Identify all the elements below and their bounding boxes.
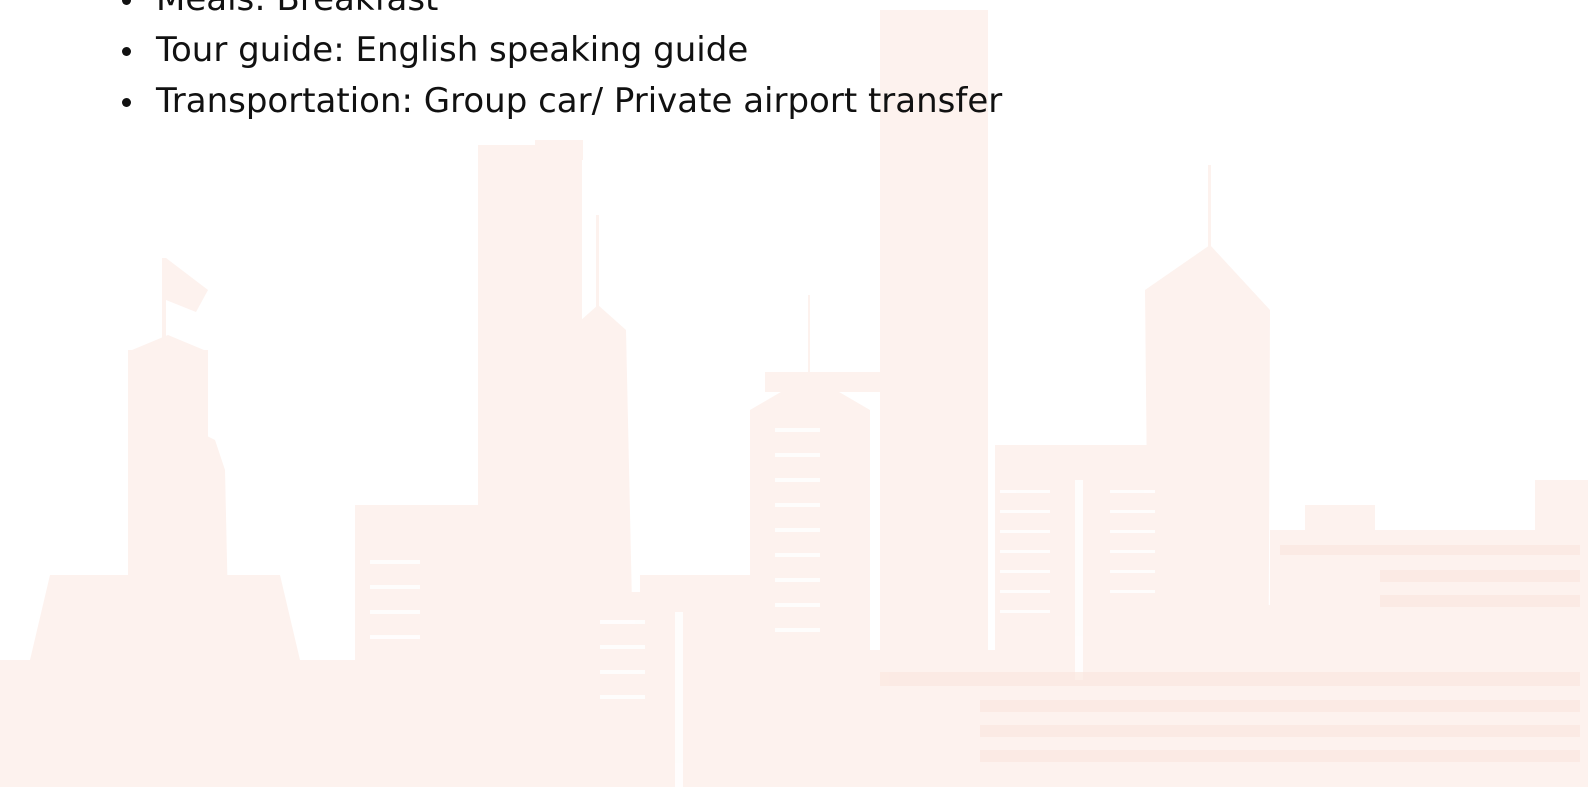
bullet-icon	[122, 47, 131, 56]
list-item-meals: Meals: Breakfast	[122, 0, 1456, 25]
list-item-label: Transportation: Group car/ Private airpo…	[156, 81, 1003, 121]
list-item-tour-guide: Tour guide: English speaking guide	[122, 25, 1456, 76]
list-item-label: Meals: Breakfast	[156, 0, 438, 19]
tour-details-list: Meals: Breakfast Tour guide: English spe…	[122, 0, 1456, 127]
list-item-label: Tour guide: English speaking guide	[156, 30, 749, 70]
list-item-transportation: Transportation: Group car/ Private airpo…	[122, 76, 1456, 127]
bullet-icon	[122, 98, 131, 107]
